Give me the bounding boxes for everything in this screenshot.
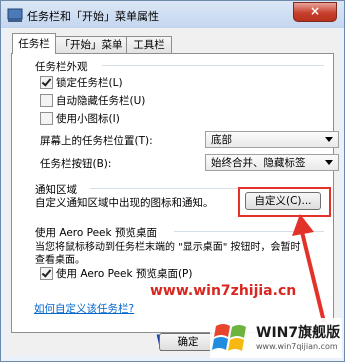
tab-toolbars[interactable]: 工具栏 [126, 36, 172, 53]
buttons-select[interactable]: 始终合并、隐藏标签 [205, 154, 339, 171]
small-icons-checkbox[interactable] [40, 112, 53, 125]
location-select[interactable]: 底部 [205, 131, 339, 148]
location-value: 底部 [211, 134, 232, 146]
autohide-label: 自动隐藏任务栏(U) [56, 95, 146, 107]
win7-watermark-badge: WIN7旗舰版 www.win7qijian.com [210, 318, 342, 358]
title-bar: 任务栏和「开始」菜单属性 × [1, 1, 344, 28]
group-divider [102, 65, 324, 66]
chevron-down-icon [325, 137, 333, 142]
appearance-heading: 任务栏外观 [35, 61, 88, 73]
window-title: 任务栏和「开始」菜单属性 [27, 10, 159, 23]
watermark-url: www.win7zhijia.cn [150, 283, 297, 299]
tab-start-menu[interactable]: 「开始」菜单 [54, 36, 128, 53]
aero-peek-label: 使用 Aero Peek 预览桌面(P) [56, 268, 193, 280]
aero-peek-checkbox[interactable] [40, 267, 53, 280]
chevron-down-icon [325, 160, 333, 165]
lock-taskbar-checkbox[interactable] [40, 76, 53, 89]
aero-description-2: 查看桌面。 [35, 255, 85, 266]
buttons-value: 始终合并、隐藏标签 [211, 157, 306, 169]
ok-button[interactable]: 确定 [159, 333, 217, 351]
badge-url: www.win7qijian.com [256, 342, 338, 351]
help-link[interactable]: 如何自定义该任务栏? [34, 301, 134, 316]
dialog-body: 任务栏 「开始」菜单 工具栏 任务栏外观 锁定任务栏(L) 自动隐藏任务栏(U)… [6, 28, 339, 357]
buttons-label: 任务栏按钮(B): [40, 158, 112, 170]
notification-description: 自定义通知区域中出现的图标和通知。 [35, 197, 214, 209]
properties-window: 任务栏和「开始」菜单属性 × 任务栏 「开始」菜单 工具栏 任务栏外观 锁定任务… [0, 0, 345, 362]
badge-title: WIN7旗舰版 [256, 325, 341, 341]
windows-logo-icon [212, 324, 246, 351]
lock-taskbar-label: 锁定任务栏(L) [56, 77, 123, 89]
red-arrow-icon [292, 214, 326, 323]
close-button[interactable]: × [293, 2, 337, 22]
autohide-checkbox[interactable] [40, 94, 53, 107]
taskbar-properties-icon [7, 8, 23, 22]
small-icons-label: 使用小图标(I) [56, 113, 120, 125]
tab-taskbar[interactable]: 任务栏 [12, 33, 56, 54]
location-label: 屏幕上的任务栏位置(T): [40, 135, 153, 147]
customize-button[interactable]: 自定义(C)... [245, 192, 321, 210]
